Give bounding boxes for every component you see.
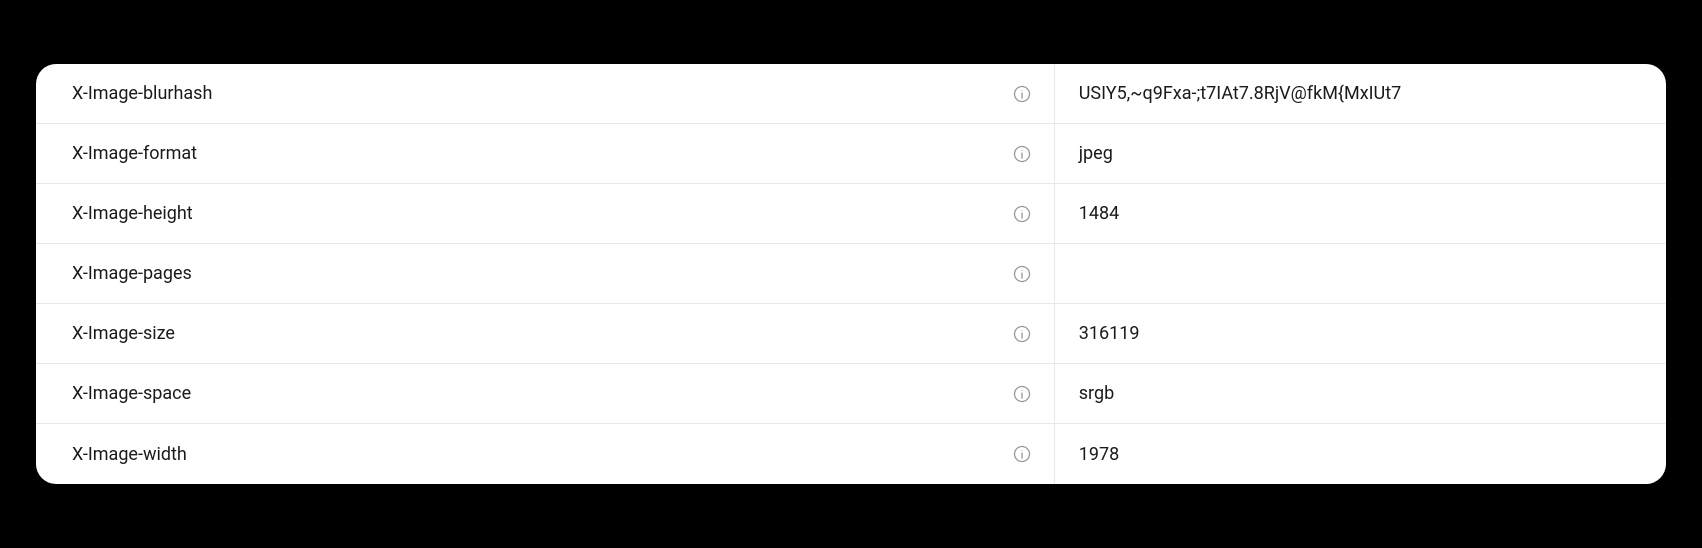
info-icon[interactable]: [1012, 324, 1032, 344]
table-row: X-Image-pages: [36, 244, 1666, 304]
header-key-cell: X-Image-height: [36, 184, 1055, 243]
header-key-cell: X-Image-width: [36, 424, 1055, 484]
info-icon[interactable]: [1012, 444, 1032, 464]
table-row: X-Image-height 1484: [36, 184, 1666, 244]
header-value: 1484: [1055, 184, 1666, 243]
header-value: jpeg: [1055, 124, 1666, 183]
info-icon[interactable]: [1012, 204, 1032, 224]
info-icon[interactable]: [1012, 384, 1032, 404]
table-row: X-Image-space srgb: [36, 364, 1666, 424]
header-value: 1978: [1055, 424, 1666, 484]
header-value: 316119: [1055, 304, 1666, 363]
table-row: X-Image-format jpeg: [36, 124, 1666, 184]
header-key: X-Image-size: [72, 323, 175, 344]
header-key-cell: X-Image-size: [36, 304, 1055, 363]
table-row: X-Image-width 1978: [36, 424, 1666, 484]
header-key-cell: X-Image-space: [36, 364, 1055, 423]
info-icon[interactable]: [1012, 84, 1032, 104]
header-value: srgb: [1055, 364, 1666, 423]
table-row: X-Image-blurhash USIY5,~q9Fxa-;t7IAt7.8R…: [36, 64, 1666, 124]
header-key: X-Image-blurhash: [72, 83, 212, 104]
header-key: X-Image-height: [72, 203, 193, 224]
table-row: X-Image-size 316119: [36, 304, 1666, 364]
headers-panel: X-Image-blurhash USIY5,~q9Fxa-;t7IAt7.8R…: [36, 64, 1666, 484]
header-key-cell: X-Image-pages: [36, 244, 1055, 303]
header-key: X-Image-width: [72, 444, 187, 465]
info-icon[interactable]: [1012, 144, 1032, 164]
header-key-cell: X-Image-format: [36, 124, 1055, 183]
header-value: USIY5,~q9Fxa-;t7IAt7.8RjV@fkM{MxIUt7: [1055, 64, 1666, 123]
header-key: X-Image-pages: [72, 263, 192, 284]
header-key: X-Image-format: [72, 143, 197, 164]
header-key: X-Image-space: [72, 383, 191, 404]
info-icon[interactable]: [1012, 264, 1032, 284]
header-value: [1055, 244, 1666, 303]
header-key-cell: X-Image-blurhash: [36, 64, 1055, 123]
